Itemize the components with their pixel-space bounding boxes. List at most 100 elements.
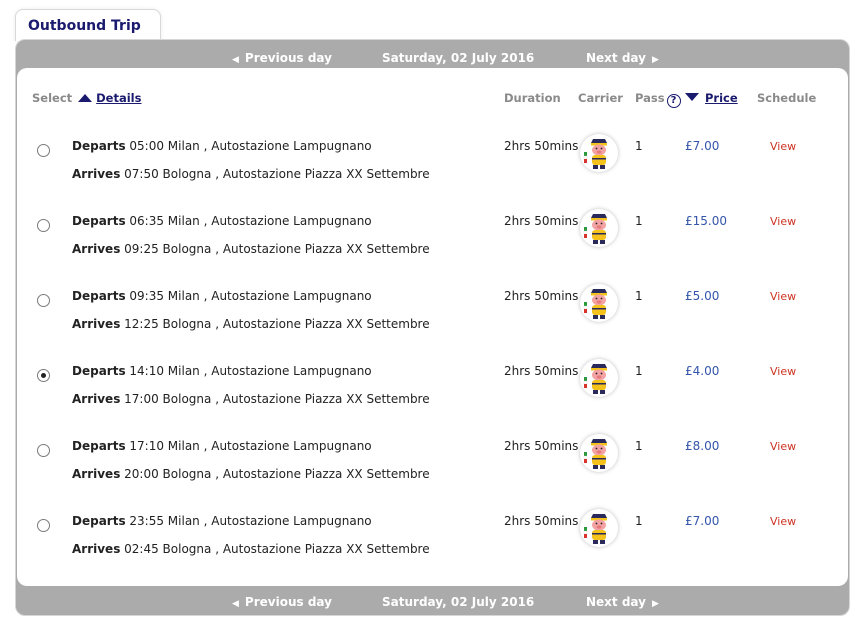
departs-label: Departs [72, 364, 126, 378]
price: £7.00 [685, 139, 720, 153]
arrival-detail: 07:50 Bologna , Autostazione Piazza XX S… [120, 167, 430, 181]
carrier-mascot-icon [580, 209, 618, 247]
departs-label: Departs [72, 514, 126, 528]
triangle-up-icon[interactable] [78, 94, 93, 102]
departure-info: Departs 14:10 Milan , Autostazione Lampu… [72, 364, 372, 378]
pass-label: Pass [635, 91, 665, 105]
departure-detail: 09:35 Milan , Autostazione Lampugnano [125, 289, 372, 303]
price: £4.00 [685, 364, 720, 378]
departure-detail: 05:00 Milan , Autostazione Lampugnano [125, 139, 372, 153]
next-day-link[interactable]: Next day ▶ [586, 51, 665, 65]
arrival-info: Arrives 20:00 Bologna , Autostazione Pia… [72, 467, 430, 481]
arrival-info: Arrives 07:50 Bologna , Autostazione Pia… [72, 167, 430, 181]
pass-count: 1 [635, 514, 643, 528]
column-header-price: Price [685, 91, 738, 105]
journey-row[interactable]: Departs 06:35 Milan , Autostazione Lampu… [17, 209, 848, 284]
duration: 2hrs 50mins [504, 139, 579, 153]
journey-row[interactable]: Departs 05:00 Milan , Autostazione Lampu… [17, 134, 848, 209]
carrier-mascot-icon [580, 434, 618, 472]
arrival-detail: 17:00 Bologna , Autostazione Piazza XX S… [120, 392, 430, 406]
departs-label: Departs [72, 439, 126, 453]
select-radio[interactable] [37, 369, 50, 382]
arrival-info: Arrives 12:25 Bologna , Autostazione Pia… [72, 317, 430, 331]
details-sort-link[interactable]: Details [96, 91, 141, 105]
carrier-mascot-icon [580, 134, 618, 172]
duration: 2hrs 50mins [504, 214, 579, 228]
column-header-duration: Duration [504, 91, 561, 105]
caret-right-icon: ▶ [651, 599, 659, 609]
next-day-label: Next day [586, 51, 646, 65]
select-radio[interactable] [37, 444, 50, 457]
arrival-detail: 20:00 Bologna , Autostazione Piazza XX S… [120, 467, 430, 481]
arrives-label: Arrives [72, 167, 121, 181]
date-navigation-bottom: ◀ Previous day Saturday, 02 July 2016 Nex… [16, 592, 851, 616]
select-label: Select [32, 91, 73, 105]
arrival-info: Arrives 02:45 Bologna , Autostazione Pia… [72, 542, 430, 556]
previous-day-label: Previous day [244, 51, 332, 65]
price: £8.00 [685, 439, 720, 453]
departure-info: Departs 23:55 Milan , Autostazione Lampu… [72, 514, 372, 528]
pass-count: 1 [635, 439, 643, 453]
departs-label: Departs [72, 214, 126, 228]
select-radio[interactable] [37, 294, 50, 307]
pass-count: 1 [635, 289, 643, 303]
current-date: Saturday, 02 July 2016 [382, 595, 535, 609]
departure-info: Departs 05:00 Milan , Autostazione Lampu… [72, 139, 372, 153]
schedule-view-link[interactable]: View [770, 215, 796, 228]
price-sort-link[interactable]: Price [705, 91, 738, 105]
duration: 2hrs 50mins [504, 289, 579, 303]
pass-count: 1 [635, 214, 643, 228]
select-radio[interactable] [37, 219, 50, 232]
next-day-link[interactable]: Next day ▶ [586, 595, 665, 609]
journey-table: Select Details Duration Carrier Pass? Pri… [17, 68, 848, 586]
results-panel: ◀ Previous day Saturday, 02 July 2016 Nex… [15, 39, 850, 616]
duration: 2hrs 50mins [504, 514, 579, 528]
schedule-view-link[interactable]: View [770, 290, 796, 303]
arrival-detail: 12:25 Bologna , Autostazione Piazza XX S… [120, 317, 430, 331]
departure-detail: 14:10 Milan , Autostazione Lampugnano [125, 364, 372, 378]
previous-day-link[interactable]: ◀ Previous day [226, 595, 332, 609]
caret-left-icon: ◀ [232, 599, 239, 609]
schedule-view-link[interactable]: View [770, 440, 796, 453]
schedule-view-link[interactable]: View [770, 515, 796, 528]
triangle-down-icon[interactable] [685, 93, 699, 101]
select-radio[interactable] [37, 519, 50, 532]
carrier-mascot-icon [580, 509, 618, 547]
departure-info: Departs 06:35 Milan , Autostazione Lampu… [72, 214, 372, 228]
arrives-label: Arrives [72, 392, 121, 406]
tab-outbound-trip[interactable]: Outbound Trip [15, 9, 161, 41]
journey-row[interactable]: Departs 17:10 Milan , Autostazione Lampu… [17, 434, 848, 509]
question-mark-icon[interactable]: ? [666, 94, 681, 108]
price: £15.00 [685, 214, 727, 228]
departs-label: Departs [72, 139, 126, 153]
departure-detail: 17:10 Milan , Autostazione Lampugnano [125, 439, 372, 453]
arrives-label: Arrives [72, 467, 121, 481]
carrier-mascot-icon [580, 359, 618, 397]
pass-count: 1 [635, 139, 643, 153]
schedule-view-link[interactable]: View [770, 140, 796, 153]
journey-row[interactable]: Departs 23:55 Milan , Autostazione Lampu… [17, 509, 848, 584]
select-radio[interactable] [37, 144, 50, 157]
journey-row[interactable]: Departs 14:10 Milan , Autostazione Lampu… [17, 359, 848, 434]
arrival-info: Arrives 17:00 Bologna , Autostazione Pia… [72, 392, 430, 406]
column-header-schedule: Schedule [757, 91, 817, 105]
journey-row[interactable]: Departs 09:35 Milan , Autostazione Lampu… [17, 284, 848, 359]
price: £5.00 [685, 289, 720, 303]
duration: 2hrs 50mins [504, 364, 579, 378]
arrives-label: Arrives [72, 242, 121, 256]
schedule-view-link[interactable]: View [770, 365, 796, 378]
previous-day-label: Previous day [244, 595, 332, 609]
arrives-label: Arrives [72, 317, 121, 331]
arrival-detail: 09:25 Bologna , Autostazione Piazza XX S… [120, 242, 430, 256]
departure-info: Departs 09:35 Milan , Autostazione Lampu… [72, 289, 372, 303]
current-date: Saturday, 02 July 2016 [382, 51, 535, 65]
duration: 2hrs 50mins [504, 439, 579, 453]
previous-day-link[interactable]: ◀ Previous day [226, 51, 332, 65]
departure-info: Departs 17:10 Milan , Autostazione Lampu… [72, 439, 372, 453]
column-header-select: Select Details [32, 91, 141, 105]
arrival-info: Arrives 09:25 Bologna , Autostazione Pia… [72, 242, 430, 256]
next-day-label: Next day [586, 595, 646, 609]
price: £7.00 [685, 514, 720, 528]
pass-count: 1 [635, 364, 643, 378]
carrier-mascot-icon [580, 284, 618, 322]
